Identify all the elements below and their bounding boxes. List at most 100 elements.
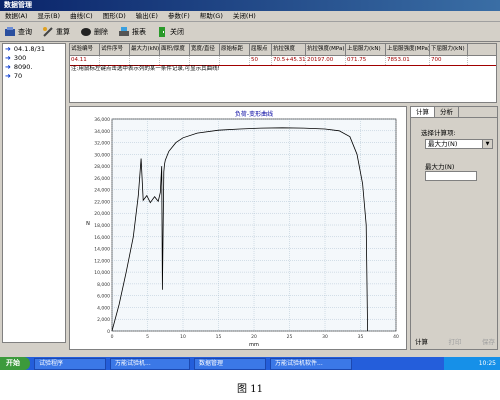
- recalc-button[interactable]: 重算: [42, 26, 70, 38]
- results-table: 试验编号 试件序号 最大力(kN) 面积/厚度 宽度/直径 原始标距 屈服点 抗…: [69, 43, 497, 103]
- column-header[interactable]: 上屈服强度(MPa): [386, 44, 430, 55]
- table-cell: 071.75: [346, 56, 386, 65]
- column-header[interactable]: 试件序号: [100, 44, 130, 55]
- column-header[interactable]: 宽度/直径: [190, 44, 220, 55]
- x-tick-label: 40: [393, 334, 399, 340]
- report-button[interactable]: 报表: [118, 26, 146, 38]
- report-icon: [119, 26, 129, 36]
- x-tick-label: 35: [358, 334, 364, 340]
- y-tick-label: 12,000: [94, 258, 110, 264]
- menu-bar: 数据(A) 显示(B) 曲线(C) 图形(D) 输出(E) 参数(F) 帮助(G…: [0, 11, 500, 22]
- exit-button[interactable]: 关闭: [156, 26, 184, 38]
- field-label: 最大力(N): [425, 163, 455, 171]
- chevron-down-icon[interactable]: ▼: [482, 140, 492, 148]
- y-tick-label: 18,000: [94, 223, 110, 229]
- menu-item-data[interactable]: 数据(A): [0, 11, 33, 21]
- y-tick-label: 2,000: [97, 317, 110, 323]
- select-label: 选择计算项:: [421, 129, 456, 137]
- max-force-field[interactable]: [425, 171, 477, 181]
- table-cell: 700: [430, 56, 468, 65]
- x-tick-label: 5: [146, 334, 149, 340]
- query-button-label: 查询: [18, 27, 32, 36]
- taskbar-item[interactable]: 数据管理: [194, 357, 266, 370]
- recalc-icon: [43, 26, 53, 37]
- y-tick-label: 8,000: [97, 282, 110, 288]
- column-header[interactable]: 下屈服力(kN): [430, 44, 468, 55]
- calc-item-select[interactable]: 最大力(N) ▼: [425, 139, 493, 149]
- menu-item-display[interactable]: 显示(B): [33, 11, 66, 21]
- tab-analysis[interactable]: 分析: [435, 107, 459, 117]
- calc-buttons: 计算 打印 保存: [415, 336, 495, 346]
- y-tick-label: 36,000: [94, 117, 110, 123]
- y-tick-label: 34,000: [94, 129, 110, 135]
- figure-caption: 图 11: [237, 384, 263, 395]
- column-header[interactable]: 原始标距: [220, 44, 250, 55]
- delete-button[interactable]: 删除: [80, 26, 108, 38]
- window-title: 数据管理: [0, 0, 500, 11]
- table-cell: 7853.01: [386, 56, 430, 65]
- arrow-right-icon: ➜: [5, 71, 11, 80]
- table-cell: 50: [250, 56, 272, 65]
- app-window: 数据管理 数据(A) 显示(B) 曲线(C) 图形(D) 输出(E) 参数(F)…: [0, 0, 500, 365]
- table-cell: [220, 56, 250, 65]
- chart-title: 负荷-变形曲线: [235, 110, 273, 118]
- calc-item-value: 最大力(N): [428, 140, 458, 148]
- column-header[interactable]: 试验编号: [70, 44, 100, 55]
- menu-item-graph[interactable]: 图形(D): [98, 11, 131, 21]
- menu-item-close[interactable]: 关闭(H): [228, 11, 261, 21]
- search-icon: [5, 26, 15, 36]
- save-button[interactable]: 保存: [482, 336, 495, 346]
- column-header[interactable]: 面积/厚度: [160, 44, 190, 55]
- y-axis-label: N: [86, 221, 90, 227]
- y-tick-label: 30,000: [94, 152, 110, 158]
- y-tick-label: 22,000: [94, 199, 110, 205]
- y-tick-label: 28,000: [94, 164, 110, 170]
- taskbar-item[interactable]: 万能试验机软件...: [270, 357, 352, 370]
- tab-calc[interactable]: 计算: [411, 107, 435, 117]
- tree-item[interactable]: ➜ 8090.: [3, 62, 65, 71]
- y-tick-label: 20,000: [94, 211, 110, 217]
- column-header[interactable]: 抗拉强度: [272, 44, 306, 55]
- menu-item-output[interactable]: 输出(E): [131, 11, 163, 21]
- y-tick-label: 32,000: [94, 141, 110, 147]
- y-tick-label: 24,000: [94, 188, 110, 194]
- tree-item[interactable]: ➜ 70: [3, 71, 65, 80]
- x-tick-label: 15: [216, 334, 222, 340]
- taskbar-item[interactable]: 试验程序: [34, 357, 106, 370]
- tree-item-label: 04.1.8/31: [13, 44, 46, 53]
- menu-item-params[interactable]: 参数(F): [163, 11, 195, 21]
- column-header[interactable]: 上屈服力(kN): [346, 44, 386, 55]
- y-tick-label: 10,000: [94, 270, 110, 276]
- tree-item[interactable]: ➜ 04.1.8/31: [3, 44, 65, 53]
- y-tick-label: 4,000: [97, 305, 110, 311]
- delete-icon: [81, 27, 91, 36]
- arrow-right-icon: ➜: [5, 53, 11, 62]
- x-tick-label: 20: [251, 334, 257, 340]
- clock: 10:25: [444, 357, 500, 370]
- column-header[interactable]: 屈服点: [250, 44, 272, 55]
- menu-item-help[interactable]: 帮助(G): [195, 11, 228, 21]
- x-tick-label: 30: [322, 334, 328, 340]
- menu-item-curve[interactable]: 曲线(C): [65, 11, 98, 21]
- start-button[interactable]: 开始: [0, 357, 30, 370]
- report-button-label: 报表: [132, 27, 146, 36]
- table-header: 试验编号 试件序号 最大力(kN) 面积/厚度 宽度/直径 原始标距 屈服点 抗…: [70, 44, 496, 56]
- print-button[interactable]: 打印: [449, 336, 462, 346]
- column-header[interactable]: 抗拉强度(MPa): [306, 44, 346, 55]
- arrow-right-icon: ➜: [5, 62, 11, 71]
- query-button[interactable]: 查询: [4, 26, 32, 38]
- tree-item[interactable]: ➜ 300: [3, 53, 65, 62]
- taskbar: 开始 试验程序 万能试验机... 数据管理 万能试验机软件... 10:25: [0, 357, 500, 370]
- x-axis-label: mm: [249, 342, 259, 348]
- exit-button-label: 关闭: [170, 27, 184, 36]
- tree-item-label: 300: [13, 53, 27, 62]
- table-cell: 70.5+45.31: [273, 56, 306, 65]
- table-hint: 注:用鼠标左键点击选中表示列的某一条件记录,可显示其曲线!: [71, 66, 220, 72]
- arrow-right-icon: ➜: [5, 44, 11, 53]
- delete-button-label: 删除: [94, 27, 108, 36]
- taskbar-item[interactable]: 万能试验机...: [110, 357, 190, 370]
- calc-button[interactable]: 计算: [415, 336, 428, 346]
- toolbar: 查询 重算 删除 报表 关闭: [0, 22, 500, 42]
- column-header[interactable]: 最大力(kN): [130, 44, 160, 55]
- recalc-button-label: 重算: [56, 27, 70, 36]
